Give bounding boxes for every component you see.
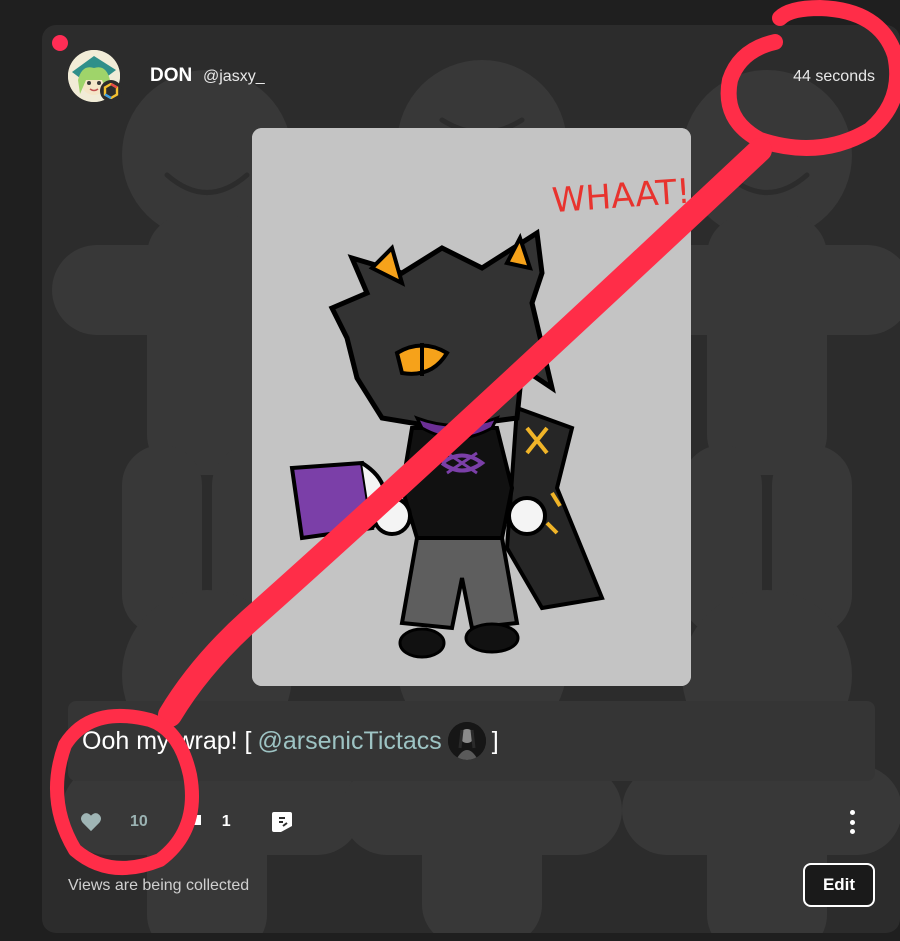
- post-timestamp[interactable]: 44 seconds: [793, 68, 875, 86]
- post-artwork[interactable]: WHAAT!: [252, 128, 691, 686]
- status-dot: [52, 35, 68, 51]
- edit-button[interactable]: Edit: [803, 863, 875, 907]
- comment-count[interactable]: 1: [222, 813, 231, 831]
- comment-button[interactable]: [184, 812, 204, 832]
- like-button[interactable]: [80, 812, 102, 832]
- post-card: DON @jasxy_ 44 seconds WHAAT! Ooh my wra…: [42, 25, 900, 933]
- caption-text-end: ]: [491, 726, 499, 755]
- post-caption: Ooh my wrap! [ @arsenicTictacs ]: [82, 722, 499, 760]
- heart-icon: [81, 813, 101, 832]
- author-name[interactable]: DON: [150, 65, 192, 87]
- comment-icon: [186, 815, 201, 829]
- pin-badge-icon: [100, 80, 122, 102]
- artwork-drawing: WHAAT!: [252, 128, 691, 686]
- views-status: Views are being collected: [68, 877, 250, 894]
- mention-avatar[interactable]: [447, 722, 486, 760]
- like-count[interactable]: 10: [130, 813, 148, 831]
- caption-box: Ooh my wrap! [ @arsenicTictacs ]: [68, 701, 875, 781]
- caption-text: Ooh my wrap! [: [82, 726, 252, 755]
- post-actions: 10 1: [80, 807, 293, 837]
- share-button[interactable]: [271, 810, 293, 834]
- more-icon[interactable]: [846, 810, 858, 834]
- share-icon: [271, 812, 292, 832]
- mention-link[interactable]: @arsenicTictacs: [258, 727, 442, 756]
- author-handle[interactable]: @jasxy_: [203, 68, 265, 86]
